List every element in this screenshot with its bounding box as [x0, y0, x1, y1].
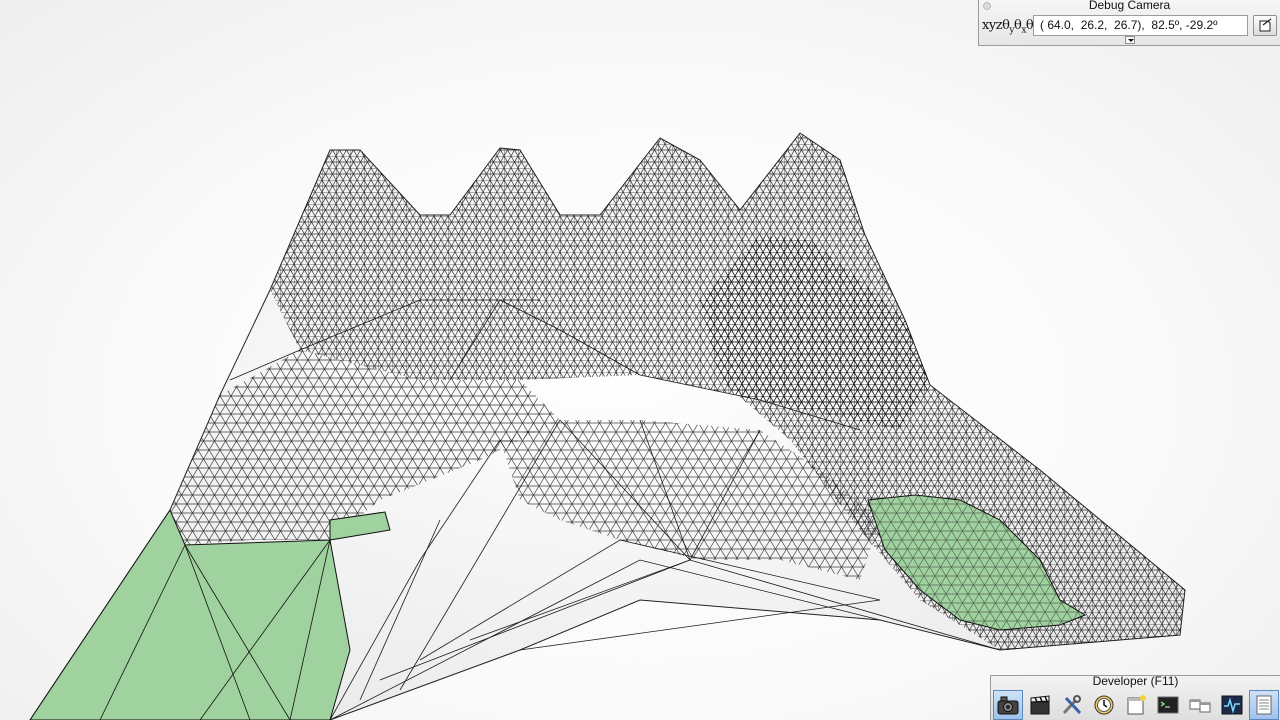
- copy-icon: [1259, 18, 1272, 32]
- copy-camera-button[interactable]: [1253, 15, 1277, 36]
- terminal-tool-button[interactable]: [1153, 690, 1183, 720]
- camera-tool-button[interactable]: [993, 690, 1023, 720]
- debug-camera-title: Debug Camera: [1088, 0, 1171, 12]
- debug-camera-panel: Debug Camera xyzθyθxθz ( 64.0, 26.2, 26.…: [978, 0, 1280, 46]
- terrain-mesh: [29, 132, 1186, 720]
- windows-icon: [1189, 699, 1211, 713]
- camera-icon: [997, 696, 1019, 715]
- document-icon: [1256, 695, 1272, 715]
- clapperboard-icon: [1030, 695, 1050, 715]
- scene-viewport[interactable]: [0, 0, 1280, 720]
- developer-toolbar-title: Developer (F11): [1092, 674, 1179, 688]
- camera-position-field[interactable]: ( 64.0, 26.2, 26.7), 82.5º, -29.2º: [1033, 15, 1248, 36]
- clock-tool-button[interactable]: [1089, 690, 1119, 720]
- document-tool-button[interactable]: [1249, 690, 1279, 720]
- new-window-tool-button[interactable]: [1121, 690, 1151, 720]
- clapperboard-tool-button[interactable]: [1025, 690, 1055, 720]
- developer-toolbar: Developer (F11): [990, 675, 1280, 720]
- activity-monitor-icon: [1221, 695, 1243, 715]
- tools-icon: [1062, 695, 1082, 715]
- clock-icon: [1094, 695, 1114, 715]
- tools-tool-button[interactable]: [1057, 690, 1087, 720]
- terminal-icon: [1157, 696, 1179, 714]
- camera-dropdown-toggle[interactable]: [1125, 36, 1135, 44]
- camera-coordinate-label: xyzθyθxθz: [982, 18, 1038, 36]
- new-window-icon: [1127, 695, 1146, 715]
- activity-tool-button[interactable]: [1217, 690, 1247, 720]
- windows-tool-button[interactable]: [1185, 690, 1215, 720]
